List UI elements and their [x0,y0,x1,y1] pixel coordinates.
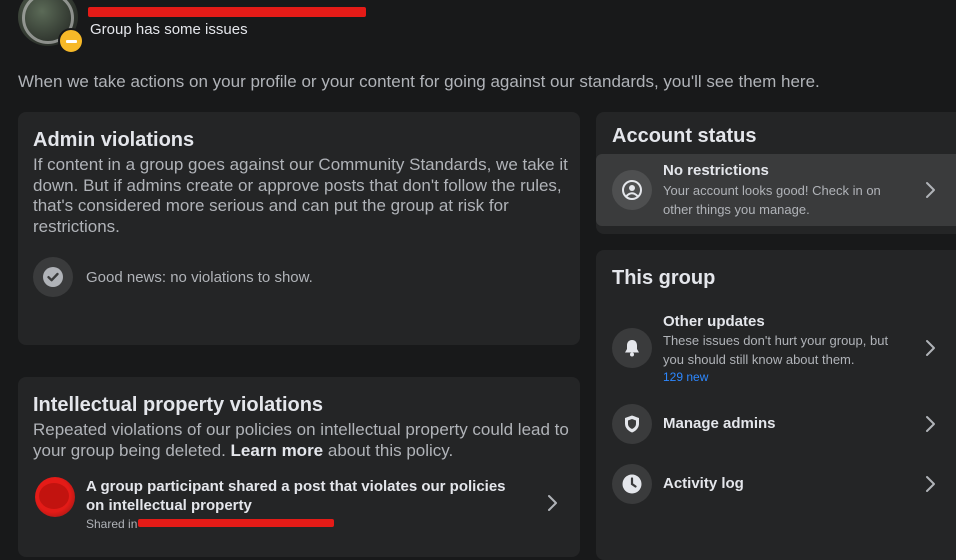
no-restrictions-row[interactable]: No restrictions Your account looks good!… [596,154,956,226]
chevron-right-icon [920,474,940,494]
this-group-title: This group [612,267,716,289]
ip-description-end: about this policy. [327,440,454,460]
manage-admins-row[interactable]: Manage admins [596,398,956,450]
chevron-right-icon [920,338,940,358]
admin-violations-description: If content in a group goes against our C… [33,155,568,236]
intro-text: When we take actions on your profile or … [18,72,820,91]
ip-violations-card: Intellectual property violations Repeate… [18,377,580,557]
no-restrictions-sub: Your account looks good! Check in on oth… [663,183,881,217]
shield-icon [612,404,652,444]
check-circle-icon [33,257,73,297]
redacted-group-link [138,519,334,527]
manage-admins-label: Manage admins [663,415,776,432]
redacted-group-name [88,7,366,17]
account-status-card: Account status No restrictions Your acco… [596,112,956,234]
chevron-right-icon [920,414,940,434]
learn-more-link[interactable]: Learn more [231,441,324,460]
admin-violations-title: Admin violations [33,129,195,151]
ip-violations-title: Intellectual property violations [33,394,324,416]
activity-log-label: Activity log [663,475,744,492]
group-status-text: Group has some issues [90,21,248,38]
ip-violation-item[interactable]: A group participant shared a post that v… [18,473,580,533]
chevron-right-icon [920,180,940,200]
user-circle-icon [612,170,652,210]
other-updates-count: 129 new [663,370,709,384]
group-avatar[interactable] [18,0,84,54]
clock-icon [612,464,652,504]
good-news-text: Good news: no violations to show. [86,269,313,286]
chevron-right-icon [542,493,562,513]
this-group-card: This group Other updates These issues do… [596,250,956,560]
other-updates-sub: These issues don't hurt your group, but … [663,333,889,367]
ip-violation-item-title: A group participant shared a post that v… [86,478,506,514]
bell-icon [612,328,652,368]
ip-violations-description: Repeated violations of our policies on i… [33,420,573,461]
other-updates-row[interactable]: Other updates These issues don't hurt yo… [596,306,956,390]
account-status-title: Account status [612,125,757,147]
other-updates-title: Other updates [663,313,765,330]
no-restrictions-title: No restrictions [663,162,769,179]
participant-avatar [35,477,75,517]
admin-violations-card: Admin violations If content in a group g… [18,112,580,345]
shared-in-label: Shared in [86,517,138,531]
minus-icon [58,28,84,54]
activity-log-row[interactable]: Activity log [596,458,956,510]
